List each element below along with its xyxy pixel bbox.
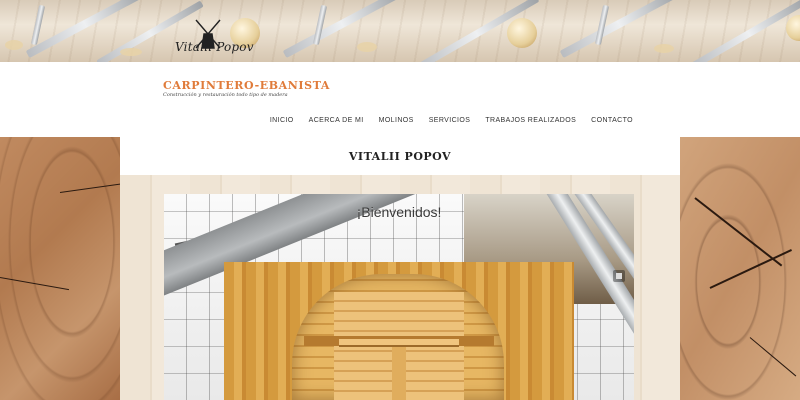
sauna-photo bbox=[224, 262, 574, 400]
slider-pause-button[interactable] bbox=[613, 270, 625, 282]
logo-text[interactable]: Vitalii Popov bbox=[175, 40, 254, 54]
slider-caption: ¡Bienvenidos! bbox=[356, 204, 442, 220]
page-title: VITALII POPOV bbox=[348, 150, 452, 163]
page-title-bar: VITALII POPOV bbox=[120, 137, 680, 175]
nav-item-contacto[interactable]: CONTACTO bbox=[591, 117, 633, 124]
nav-item-molinos[interactable]: MOLINOS bbox=[379, 117, 414, 124]
site-header: CARPINTERO-EBANISTA Construcción y resta… bbox=[0, 62, 800, 137]
banner-image-tile bbox=[554, 0, 800, 62]
nav-item-inicio[interactable]: INICIO bbox=[270, 117, 294, 124]
site-title[interactable]: CARPINTERO-EBANISTA bbox=[163, 79, 330, 92]
image-slider[interactable]: ¡Bienvenidos! bbox=[164, 194, 634, 400]
wood-background-left bbox=[0, 137, 140, 400]
banner-image-tile bbox=[277, 0, 554, 62]
site-tagline: Construcción y restauración todo tipo de… bbox=[163, 92, 288, 98]
header-banner: Vitalii Popov bbox=[0, 0, 800, 62]
nav-item-acerca-de-mi[interactable]: ACERCA DE MI bbox=[309, 117, 364, 124]
nav-item-servicios[interactable]: SERVICIOS bbox=[429, 117, 471, 124]
main-content: VITALII POPOV ¡Bienvenidos! bbox=[120, 137, 680, 400]
main-nav: INICIO ACERCA DE MI MOLINOS SERVICIOS TR… bbox=[270, 117, 633, 124]
wood-background-right bbox=[680, 137, 800, 400]
nav-item-trabajos-realizados[interactable]: TRABAJOS REALIZADOS bbox=[485, 117, 576, 124]
